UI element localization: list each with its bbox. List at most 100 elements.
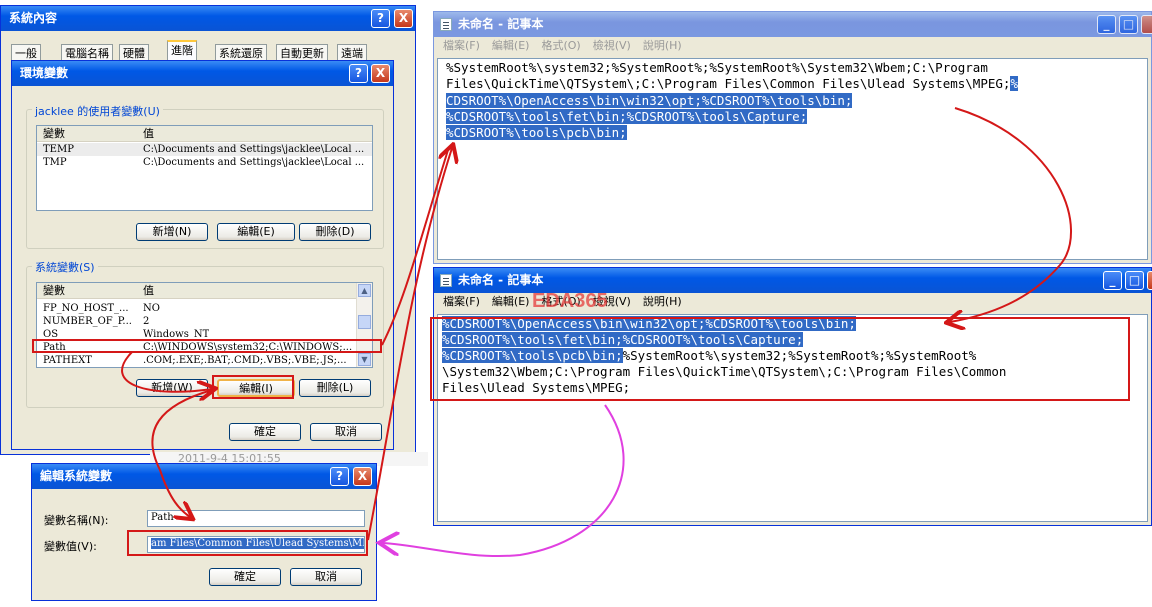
menu-view[interactable]: 檢視(V): [593, 39, 631, 52]
ok-button[interactable]: 確定: [209, 568, 281, 586]
variable-value: .COM;.EXE;.BAT;.CMD;.VBS;.VBE;.JS;...: [143, 355, 347, 366]
text-line: %CDSROOT%\tools\pcb\bin;: [446, 125, 627, 141]
notepad-top-titlebar[interactable]: 未命名 - 記事本: [434, 12, 1151, 37]
variable-value: 2: [143, 316, 150, 327]
system-properties-title: 系統內容: [9, 11, 58, 25]
table-row[interactable]: NUMBER_OF_P... 2: [37, 315, 356, 328]
variable-value-field[interactable]: am Files\Common Files\Ulead Systems\MPEG: [147, 536, 365, 553]
list-header: 變數 值: [37, 283, 372, 299]
edit-system-variable-title: 編輯系統變數: [40, 469, 113, 483]
system-edit-button[interactable]: 編輯(I): [217, 379, 295, 397]
variable-name: Path: [43, 342, 66, 353]
text-line: CDSROOT%\OpenAccess\bin\win32\opt;%CDSRO…: [446, 92, 853, 108]
edit-system-variable-window: 編輯系統變數 ? X 變數名稱(N): Path 變數值(V): am File…: [31, 463, 377, 601]
list-header: 變數 值: [37, 126, 372, 142]
close-button[interactable]: X: [353, 467, 372, 486]
notepad-icon: [440, 274, 452, 287]
edit-system-variable-titlebar[interactable]: 編輯系統變數: [32, 464, 376, 489]
variable-name: PATHEXT: [43, 355, 92, 366]
user-edit-button[interactable]: 編輯(E): [217, 223, 295, 241]
user-variables-list[interactable]: 變數 值 TEMP C:\Documents and Settings\jack…: [36, 125, 373, 211]
variable-value-text: am Files\Common Files\Ulead Systems\MPEG: [151, 538, 364, 549]
user-new-button[interactable]: 新增(N): [136, 223, 208, 241]
variable-value: Windows_NT: [143, 329, 210, 340]
menu-format[interactable]: 格式(O): [541, 39, 580, 52]
variable-value: C:\Documents and Settings\jacklee\Local …: [143, 144, 365, 155]
cancel-button[interactable]: 取消: [290, 568, 362, 586]
maximize-button[interactable]: □: [1119, 15, 1138, 34]
variable-name: TMP: [43, 157, 67, 168]
notepad-top-title: 未命名 - 記事本: [458, 17, 544, 31]
help-button[interactable]: ?: [349, 64, 368, 83]
variable-name: TEMP: [43, 144, 74, 155]
text-line: \System32\Wbem;C:\Program Files\QuickTim…: [442, 364, 1007, 379]
environment-variables-window: 環境變數 ? X jacklee 的使用者變數(U) 變數 值 TEMP C:\…: [11, 60, 394, 450]
help-button[interactable]: ?: [371, 9, 390, 28]
text-line: %CDSROOT%\tools\fet\bin;%CDSROOT%\tools\…: [446, 108, 808, 124]
text-line: %CDSROOT%\OpenAccess\bin\win32\opt;%CDSR…: [442, 316, 856, 331]
variable-value: NO: [143, 303, 160, 314]
ok-button[interactable]: 確定: [229, 423, 301, 441]
table-row[interactable]: TEMP C:\Documents and Settings\jacklee\L…: [37, 143, 372, 156]
minimize-button[interactable]: _: [1103, 271, 1122, 290]
help-button[interactable]: ?: [330, 467, 349, 486]
table-row-selected[interactable]: Path C:\WINDOWS\system32;C:\WINDOWS;...: [37, 341, 356, 354]
text-line: Files\QuickTime\QTSystem\;C:\Program Fil…: [446, 76, 1018, 92]
system-delete-button[interactable]: 刪除(L): [299, 379, 371, 397]
notepad-bottom-title: 未命名 - 記事本: [458, 273, 544, 287]
variable-name: NUMBER_OF_P...: [43, 316, 132, 327]
variable-value: C:\Documents and Settings\jacklee\Local …: [143, 157, 365, 168]
system-new-button[interactable]: 新增(W): [136, 379, 208, 397]
notepad-icon: [440, 18, 452, 31]
menu-file[interactable]: 檔案(F): [443, 295, 480, 308]
table-row[interactable]: PATHEXT .COM;.EXE;.BAT;.CMD;.VBS;.VBE;.J…: [37, 354, 356, 367]
environment-variables-titlebar[interactable]: 環境變數: [12, 61, 393, 86]
variable-name: FP_NO_HOST_...: [43, 303, 129, 314]
close-button[interactable]: [1147, 271, 1152, 290]
watermark-logo: EDA365: [532, 290, 608, 312]
scroll-up-arrow-icon[interactable]: ▲: [358, 284, 371, 297]
user-variables-label: jacklee 的使用者變數(U): [32, 103, 163, 119]
system-variables-label: 系統變數(S): [32, 259, 98, 275]
menu-edit[interactable]: 編輯(E): [492, 295, 530, 308]
environment-variables-title: 環境變數: [20, 66, 69, 80]
column-header-value[interactable]: 值: [143, 126, 154, 141]
maximize-button[interactable]: □: [1125, 271, 1144, 290]
column-header-variable[interactable]: 變數: [43, 126, 138, 141]
text-line: %SystemRoot%\system32;%SystemRoot%;%Syst…: [446, 60, 988, 75]
table-row[interactable]: OS Windows_NT: [37, 328, 356, 341]
close-button[interactable]: [1141, 15, 1152, 34]
variable-name-label: 變數名稱(N):: [44, 514, 109, 527]
text-editor[interactable]: %CDSROOT%\OpenAccess\bin\win32\opt;%CDSR…: [437, 314, 1148, 522]
close-button[interactable]: X: [371, 64, 390, 83]
table-row[interactable]: TMP C:\Documents and Settings\jacklee\Lo…: [37, 156, 372, 169]
text-editor[interactable]: %SystemRoot%\system32;%SystemRoot%;%Syst…: [437, 58, 1148, 260]
menu-help[interactable]: 說明(H): [643, 39, 682, 52]
menu-edit[interactable]: 編輯(E): [492, 39, 530, 52]
user-delete-button[interactable]: 刪除(D): [299, 223, 371, 241]
scroll-thumb[interactable]: [358, 315, 371, 329]
scroll-down-arrow-icon[interactable]: ▼: [358, 353, 371, 366]
variable-value-label: 變數值(V):: [44, 540, 97, 553]
vertical-scrollbar[interactable]: ▲ ▼: [356, 283, 372, 367]
cancel-button[interactable]: 取消: [310, 423, 382, 441]
notepad-bottom-window: 未命名 - 記事本 _ □ 檔案(F) 編輯(E) 格式(O) 檢視(V) 說明(H) …: [433, 267, 1152, 526]
variable-name: OS: [43, 329, 59, 340]
system-properties-titlebar[interactable]: 系統內容: [1, 6, 415, 31]
column-header-value[interactable]: 值: [143, 283, 154, 298]
tab-advanced[interactable]: 進階: [167, 40, 197, 62]
text-line: %CDSROOT%\tools\fet\bin;%CDSROOT%\tools\…: [442, 332, 804, 347]
close-button[interactable]: X: [394, 9, 413, 28]
menu-file[interactable]: 檔案(F): [443, 39, 480, 52]
variable-name-field[interactable]: Path: [147, 510, 365, 527]
notepad-top-window: 未命名 - 記事本 _ □ 檔案(F) 編輯(E) 格式(O) 檢視(V) 說明(H) …: [433, 11, 1152, 264]
variable-value: C:\WINDOWS\system32;C:\WINDOWS;...: [143, 342, 353, 353]
text-line: Files\Ulead Systems\MPEG;: [442, 380, 631, 395]
text-line: %CDSROOT%\tools\pcb\bin;%SystemRoot%\sys…: [442, 348, 977, 363]
menu-help[interactable]: 說明(H): [643, 295, 682, 308]
menu-bar: 檔案(F) 編輯(E) 格式(O) 檢視(V) 說明(H): [437, 37, 1148, 55]
minimize-button[interactable]: _: [1097, 15, 1116, 34]
system-variables-list[interactable]: 變數 值 FP_NO_HOST_... NO NUMBER_OF_P... 2 …: [36, 282, 373, 368]
column-header-variable[interactable]: 變數: [43, 283, 138, 298]
table-row[interactable]: FP_NO_HOST_... NO: [37, 302, 356, 315]
